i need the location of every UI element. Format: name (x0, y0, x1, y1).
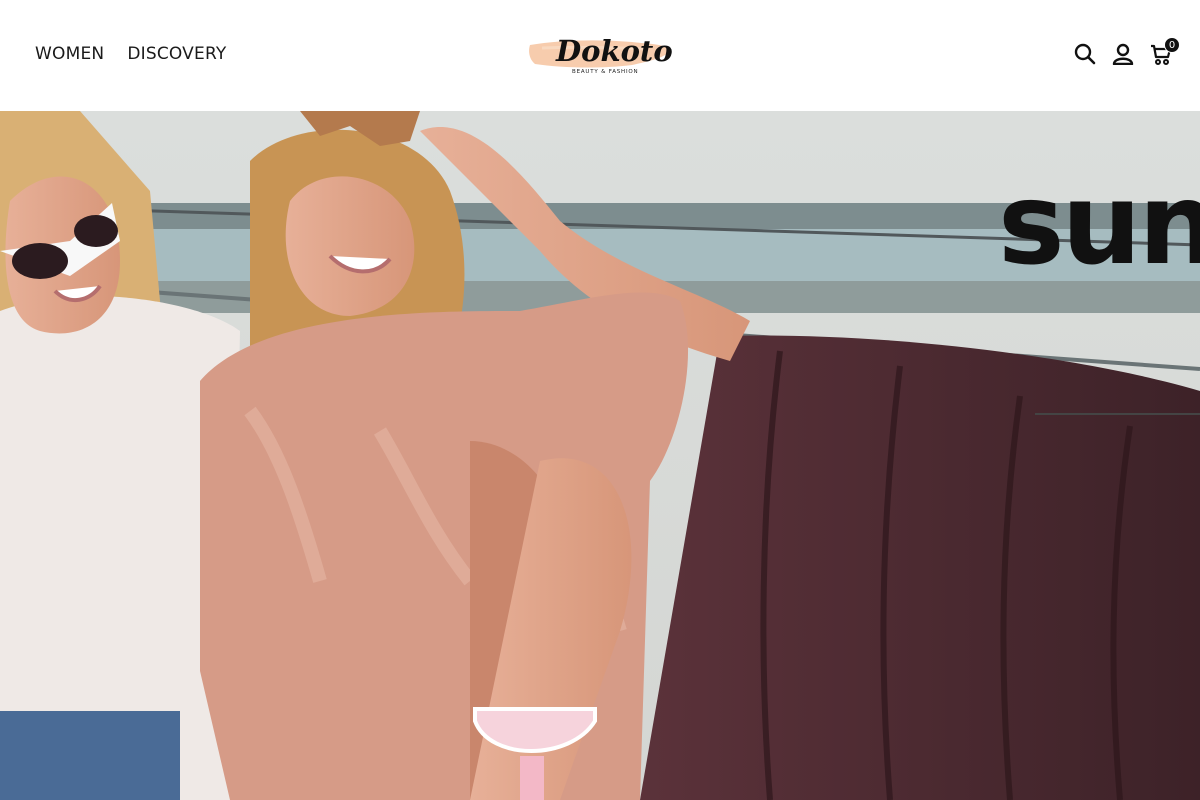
logo-wordmark: Dokotoo (555, 34, 672, 68)
site-logo[interactable]: Dokotoo BEAUTY & FASHION (528, 30, 672, 78)
main-nav: WOMEN DISCOVERY (35, 44, 226, 64)
site-header: WOMEN DISCOVERY Dokotoo BEAUTY & FASHION… (0, 0, 1200, 111)
hero-banner[interactable]: sun (0, 111, 1200, 800)
nav-item-women[interactable]: WOMEN (35, 44, 104, 64)
hero-divider (1035, 413, 1200, 415)
logo-tagline: BEAUTY & FASHION (572, 69, 638, 75)
header-actions: 0 (1074, 37, 1180, 66)
nav-item-discovery[interactable]: DISCOVERY (127, 44, 226, 64)
cart-icon[interactable]: 0 (1150, 37, 1180, 66)
user-icon[interactable] (1112, 42, 1134, 66)
search-icon[interactable] (1074, 42, 1096, 66)
hero-heading: sun (998, 160, 1200, 290)
cart-count-badge: 0 (1164, 37, 1180, 53)
